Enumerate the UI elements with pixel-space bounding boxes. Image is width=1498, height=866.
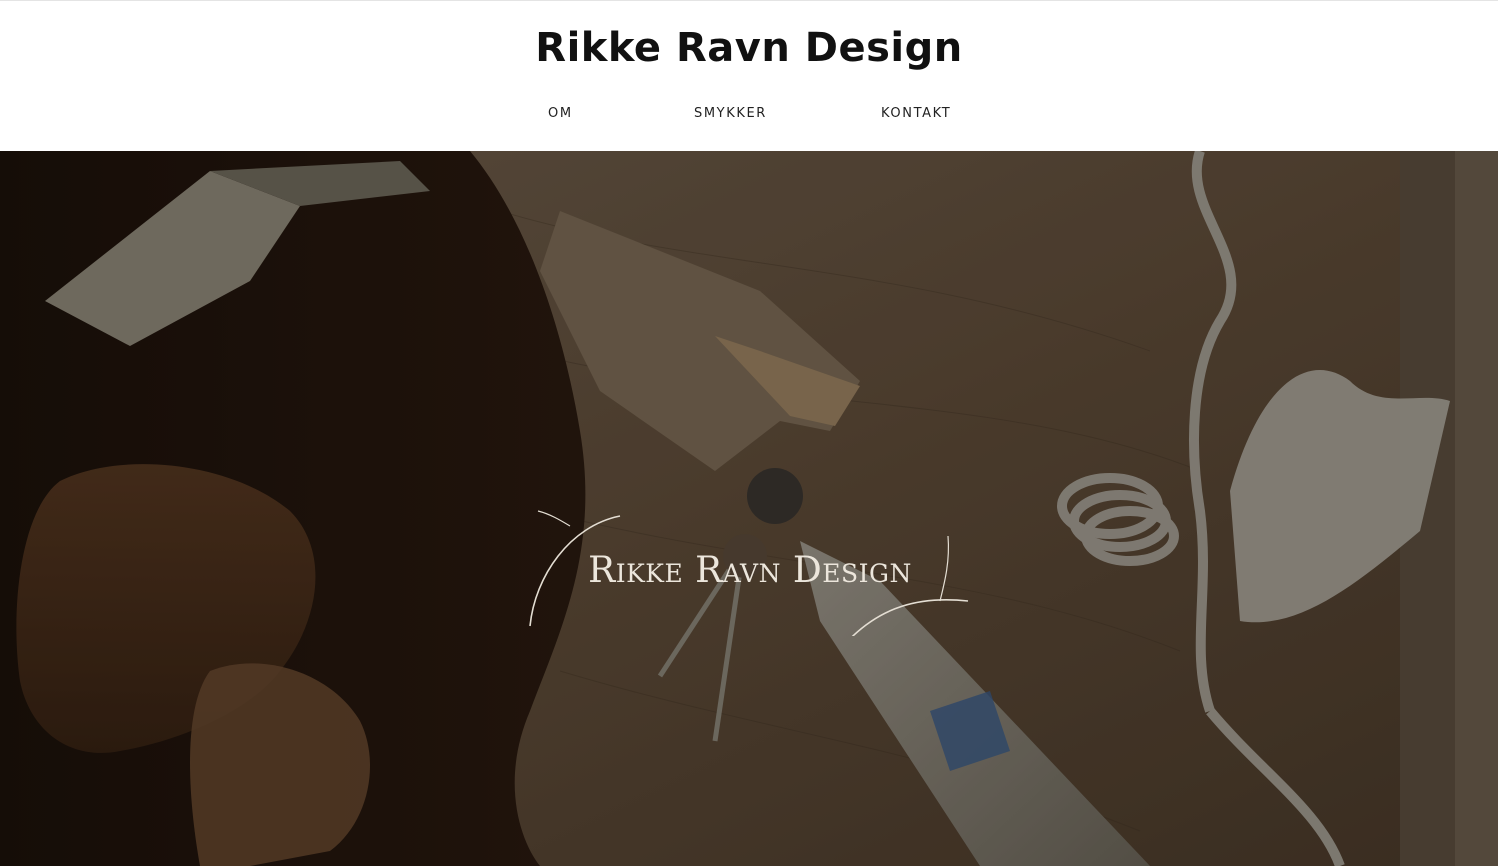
nav-link-kontakt[interactable]: KONTAKT	[881, 106, 951, 121]
main-nav: OM SMYKKER KONTAKT	[0, 106, 1498, 126]
nav-link-smykker[interactable]: SMYKKER	[694, 106, 767, 121]
site-title[interactable]: Rikke Ravn Design	[0, 25, 1498, 71]
hero-logo: Rikke Ravn Design	[520, 506, 980, 636]
nav-link-om[interactable]: OM	[548, 106, 573, 121]
hero-logo-text: Rikke Ravn Design	[588, 550, 912, 591]
hero-banner: Rikke Ravn Design	[0, 151, 1498, 866]
site-header: Rikke Ravn Design OM SMYKKER KONTAKT	[0, 0, 1498, 151]
